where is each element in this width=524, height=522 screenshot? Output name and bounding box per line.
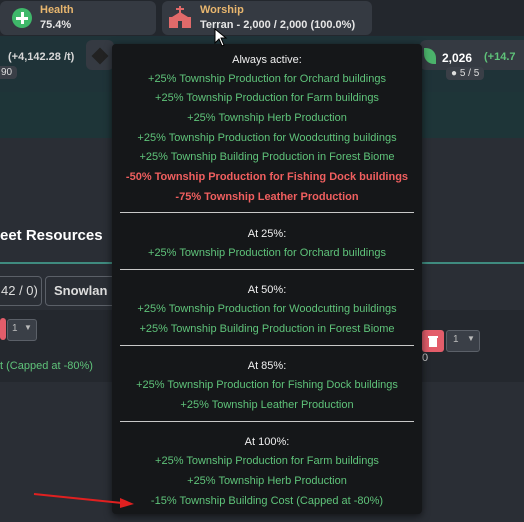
health-card[interactable]: Health 75.4% <box>0 1 156 35</box>
delete-button-right[interactable] <box>422 330 444 352</box>
tt-always-1: +25% Township Production for Farm buildi… <box>155 92 379 104</box>
person-icon: ● <box>451 68 458 79</box>
count-button[interactable]: 42 / 0) <box>0 276 42 306</box>
gold-rate: (+4,142.28 /t) <box>8 51 75 63</box>
right-small-value: 0 <box>422 352 429 364</box>
tt-heading-100: At 100%: <box>244 436 290 448</box>
tt-heading-25: At 25%: <box>247 228 287 240</box>
worker-badge: ● 5 / 5 <box>446 67 485 80</box>
tt-heading-always: Always active: <box>232 54 302 66</box>
tt-divider-3 <box>120 345 414 346</box>
ore-icon <box>91 47 109 65</box>
tt-always-3: +25% Township Production for Woodcutting… <box>137 132 397 144</box>
tt-always-6: -75% Township Leather Production <box>175 191 359 203</box>
section-title: eet Resources <box>0 227 103 244</box>
left-badge: 90 <box>0 66 18 79</box>
tt-heading-50: At 50%: <box>247 284 287 296</box>
worship-tooltip: Always active: +25% Township Production … <box>112 44 422 514</box>
ore-card[interactable] <box>86 40 114 70</box>
delete-button-left[interactable] <box>0 318 6 340</box>
capped-text: t (Capped at -80%) <box>0 360 93 372</box>
tt-85-0: +25% Township Production for Fishing Doc… <box>136 379 398 391</box>
worker-count: 5 / 5 <box>459 68 480 79</box>
tt-always-5: -50% Township Production for Fishing Doc… <box>125 171 409 183</box>
church-icon <box>168 5 192 34</box>
tt-divider-2 <box>120 269 414 270</box>
tt-always-4: +25% Township Building Production in For… <box>139 151 395 163</box>
biome-label: Snowlan <box>54 283 108 298</box>
tt-divider-1 <box>120 212 414 213</box>
population-rate: (+14.7 <box>484 51 516 63</box>
health-label: Health <box>40 4 74 16</box>
tt-100-2: -15% Township Building Cost (Capped at -… <box>150 495 384 507</box>
worship-label: Worship <box>200 4 244 16</box>
quantity-select-right[interactable]: 1 ▼ <box>446 330 480 352</box>
health-value: 75.4% <box>40 19 72 31</box>
red-arrow-annotation <box>33 493 134 508</box>
mouse-cursor <box>214 28 228 47</box>
plus-icon <box>12 8 32 28</box>
chevron-down-icon: ▼ <box>24 323 32 332</box>
tt-always-0: +25% Township Production for Orchard bui… <box>148 73 386 85</box>
population-value: 2,026 <box>442 51 473 65</box>
tt-50-0: +25% Township Production for Woodcutting… <box>137 303 397 315</box>
tt-100-0: +25% Township Production for Farm buildi… <box>155 455 379 467</box>
tt-25-0: +25% Township Production for Orchard bui… <box>148 247 386 259</box>
tt-85-1: +25% Township Leather Production <box>180 399 354 411</box>
trash-icon <box>428 336 438 347</box>
quantity-select-left[interactable]: 1 ▼ <box>7 319 37 341</box>
tt-divider-4 <box>120 421 414 422</box>
tt-always-2: +25% Township Herb Production <box>187 112 347 124</box>
chevron-down-icon-2: ▼ <box>467 334 475 343</box>
worship-card[interactable]: Worship Terran - 2,000 / 2,000 (100.0%) <box>162 1 372 35</box>
tt-50-1: +25% Township Building Production in For… <box>139 323 395 335</box>
tt-100-1: +25% Township Herb Production <box>187 475 347 487</box>
tt-heading-85: At 85%: <box>247 360 287 372</box>
